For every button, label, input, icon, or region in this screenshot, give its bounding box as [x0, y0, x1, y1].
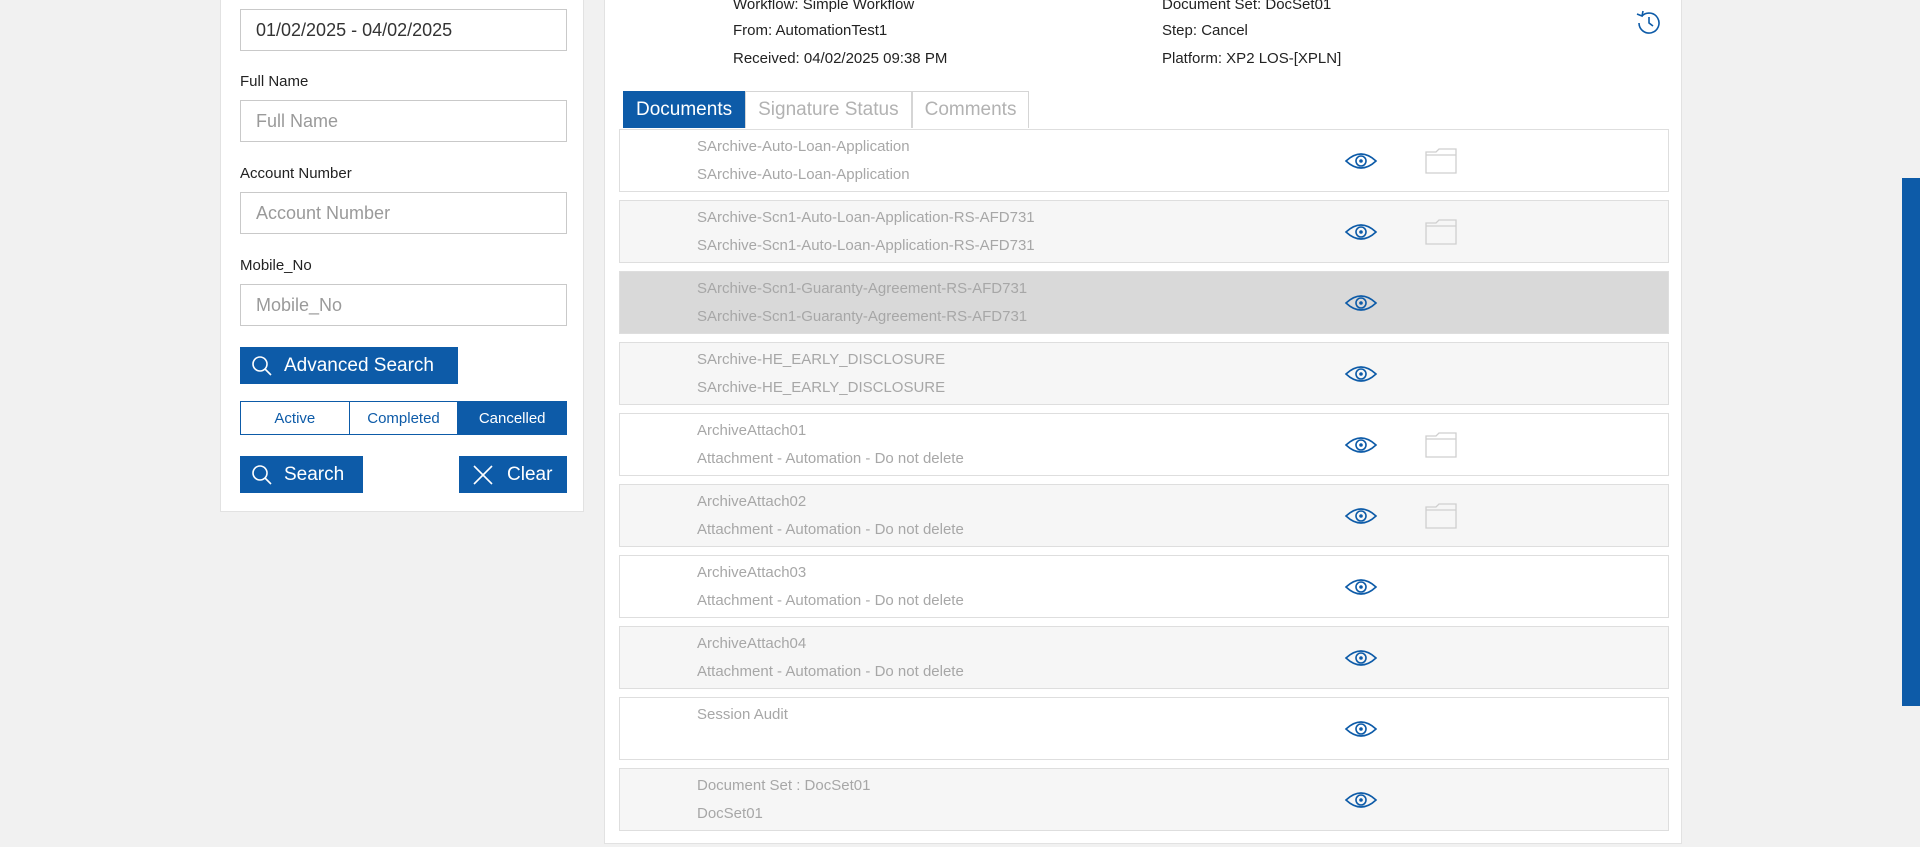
document-description: SArchive-Auto-Loan-Application — [697, 166, 910, 183]
search-button[interactable]: Search — [240, 456, 363, 493]
tab-documents[interactable]: Documents — [623, 91, 746, 128]
document-row[interactable]: SArchive-HE_EARLY_DISCLOSURE SArchive-HE_… — [619, 342, 1669, 405]
eye-icon[interactable] — [1344, 575, 1378, 599]
document-row[interactable]: SArchive-Scn1-Auto-Loan-Application-RS-A… — [619, 200, 1669, 263]
history-icon[interactable] — [1633, 7, 1665, 39]
eye-icon[interactable] — [1344, 788, 1378, 812]
tab-comments[interactable]: Comments — [911, 91, 1030, 128]
document-tabs: Documents Signature Status Comments — [623, 91, 1030, 128]
eye-icon[interactable] — [1344, 504, 1378, 528]
close-icon — [459, 463, 507, 487]
document-description: SArchive-Scn1-Guaranty-Agreement-RS-AFD7… — [697, 308, 1028, 325]
folder-icon[interactable] — [1424, 502, 1458, 530]
document-description: SArchive-HE_EARLY_DISCLOSURE — [697, 379, 946, 396]
search-label: Search — [284, 463, 345, 485]
folder-icon[interactable] — [1424, 218, 1458, 246]
received-text: Received: 04/02/2025 09:38 PM — [733, 50, 948, 67]
document-name: ArchiveAttach03 — [697, 564, 807, 581]
status-active[interactable]: Active — [241, 402, 350, 434]
clear-label: Clear — [507, 463, 553, 485]
eye-icon[interactable] — [1344, 646, 1378, 670]
tab-signature-status[interactable]: Signature Status — [745, 91, 912, 128]
platform-text: Platform: XP2 LOS-[XPLN] — [1162, 50, 1342, 67]
document-name: SArchive-HE_EARLY_DISCLOSURE — [697, 351, 946, 368]
step-text: Step: Cancel — [1162, 22, 1248, 39]
status-cancelled[interactable]: Cancelled — [458, 402, 567, 434]
status-completed[interactable]: Completed — [349, 402, 459, 434]
document-name: Session Audit — [697, 706, 788, 723]
document-row[interactable]: SArchive-Auto-Loan-Application SArchive-A… — [619, 129, 1669, 192]
document-name: Document Set : DocSet01 — [697, 777, 871, 794]
document-row[interactable]: Session Audit — [619, 697, 1669, 760]
status-filter: Active Completed Cancelled — [240, 401, 567, 435]
document-name: SArchive-Scn1-Auto-Loan-Application-RS-A… — [697, 209, 1035, 226]
account-number-label: Account Number — [240, 165, 352, 182]
document-name: SArchive-Auto-Loan-Application — [697, 138, 910, 155]
eye-icon[interactable] — [1344, 362, 1378, 386]
date-range-input[interactable] — [240, 9, 567, 51]
document-description: Attachment - Automation - Do not delete — [697, 450, 964, 467]
document-details-panel: Workflow: Simple Workflow From: Automati… — [604, 0, 1682, 844]
search-panel: Full Name Account Number Mobile_No Advan… — [220, 0, 584, 512]
advanced-search-label: Advanced Search — [284, 354, 434, 376]
advanced-search-button[interactable]: Advanced Search — [240, 347, 458, 384]
eye-icon[interactable] — [1344, 433, 1378, 457]
full-name-input[interactable] — [240, 100, 567, 142]
folder-icon[interactable] — [1424, 147, 1458, 175]
document-name: ArchiveAttach02 — [697, 493, 807, 510]
workflow-text: Workflow: Simple Workflow — [733, 0, 915, 13]
mobile-label: Mobile_No — [240, 257, 312, 274]
full-name-label: Full Name — [240, 73, 309, 90]
document-description: DocSet01 — [697, 805, 763, 822]
document-row[interactable]: Document Set : DocSet01 DocSet01 — [619, 768, 1669, 831]
search-icon — [240, 464, 284, 486]
document-name: ArchiveAttach04 — [697, 635, 807, 652]
eye-icon[interactable] — [1344, 149, 1378, 173]
document-name: ArchiveAttach01 — [697, 422, 807, 439]
search-icon — [240, 355, 284, 377]
document-row[interactable]: SArchive-Scn1-Guaranty-Agreement-RS-AFD7… — [619, 271, 1669, 334]
clear-button[interactable]: Clear — [459, 456, 567, 493]
document-description: Attachment - Automation - Do not delete — [697, 663, 964, 680]
eye-icon[interactable] — [1344, 717, 1378, 741]
document-set-text: Document Set: DocSet01 — [1162, 0, 1332, 13]
from-text: From: AutomationTest1 — [733, 22, 888, 39]
folder-icon[interactable] — [1424, 431, 1458, 459]
document-row[interactable]: ArchiveAttach04 Attachment - Automation -… — [619, 626, 1669, 689]
document-description: SArchive-Scn1-Auto-Loan-Application-RS-A… — [697, 237, 1035, 254]
document-description: Attachment - Automation - Do not delete — [697, 592, 964, 609]
document-row[interactable]: ArchiveAttach01 Attachment - Automation -… — [619, 413, 1669, 476]
document-row[interactable]: ArchiveAttach02 Attachment - Automation -… — [619, 484, 1669, 547]
mobile-input[interactable] — [240, 284, 567, 326]
eye-icon[interactable] — [1344, 291, 1378, 315]
scrollbar-thumb[interactable] — [1902, 178, 1920, 706]
document-name: SArchive-Scn1-Guaranty-Agreement-RS-AFD7… — [697, 280, 1028, 297]
document-description: Attachment - Automation - Do not delete — [697, 521, 964, 538]
document-row[interactable]: ArchiveAttach03 Attachment - Automation -… — [619, 555, 1669, 618]
eye-icon[interactable] — [1344, 220, 1378, 244]
account-number-input[interactable] — [240, 192, 567, 234]
